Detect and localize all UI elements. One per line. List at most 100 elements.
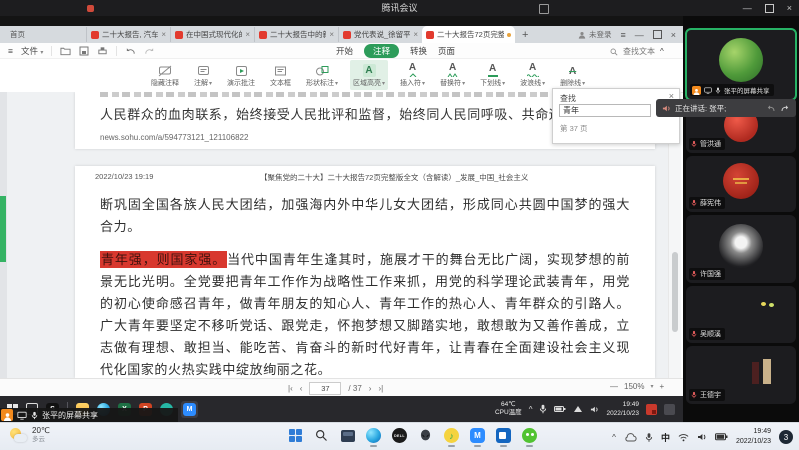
tab-close-icon[interactable]: × [245,30,250,39]
new-tab-button[interactable]: + [522,29,528,41]
browser-tab[interactable]: 二十大报告中的新表述新... × [254,27,338,42]
caret-down-icon[interactable]: ▾ [650,383,653,390]
browser-maximize-button[interactable] [653,30,662,39]
next-page-button[interactable]: › [369,384,372,393]
forward-arrow-icon[interactable] [780,104,790,112]
edge-browser-icon[interactable] [364,426,383,445]
reply-arrow-icon[interactable] [766,104,776,112]
find-text-control[interactable]: 查找文本 ^ [610,46,664,57]
dell-app-icon[interactable]: DELL [390,426,409,445]
redo-icon[interactable] [144,46,155,56]
tab-close-icon[interactable]: × [329,30,334,39]
show-desktop-icon[interactable] [664,404,675,415]
browser-tab[interactable]: 党代表说_徐留平：为建... × [338,27,422,42]
meeting-title: 腾讯会议 [0,0,799,16]
find-input[interactable] [559,104,651,117]
mic-icon[interactable] [539,404,547,414]
browser-close-button[interactable]: × [671,30,676,40]
document-page-37: 2022/10/23 19:19 【聚焦党的二十大】二十大报告72页完整版全文（… [75,166,655,378]
shared-clock[interactable]: 19:492022/10/23 [606,400,639,418]
battery-icon[interactable] [554,405,566,413]
search-button[interactable] [312,426,331,445]
ribbon-tab-annotate-active[interactable]: 注释 [364,44,399,58]
notification-count-badge[interactable]: 3 [779,430,793,444]
save-icon[interactable] [79,46,89,56]
tencent-meeting-icon[interactable]: M [468,426,487,445]
tencent-meeting-icon: M [183,403,196,416]
undo-icon[interactable] [125,46,136,56]
window-minimize-button[interactable]: — [743,3,752,13]
open-folder-icon[interactable] [60,46,71,56]
tool-squiggly-line[interactable]: A 波浪线▾ [517,60,548,90]
alienware-icon[interactable] [416,426,435,445]
notification-icon[interactable] [646,404,657,415]
tool-text-box[interactable]: 文本框 [267,60,294,90]
window-close-button[interactable]: × [787,3,792,13]
mic-icon[interactable] [645,432,653,443]
tool-underline[interactable]: A 下划线▾ [477,60,508,90]
login-status[interactable]: 未登录 [578,29,612,40]
file-explorer-icon[interactable] [338,426,357,445]
zoom-level[interactable]: 150% [624,382,644,391]
browser-menu-icon[interactable]: ≡ [620,30,625,40]
cpu-temp-widget[interactable]: 64℃CPU温度 [495,401,522,417]
caret-down-icon: ▾ [462,80,465,87]
tool-replace-mark[interactable]: A 替换符▾ [437,60,468,90]
meeting-app-active[interactable]: M [181,401,198,418]
last-page-button[interactable]: ›| [378,384,383,393]
page-number-input[interactable] [309,382,341,395]
collapse-chevron-icon[interactable]: ^ [660,47,664,56]
browser-minimize-button[interactable]: — [635,30,644,40]
tool-presentation-note[interactable]: 演示批注 [224,60,258,90]
participant-tile[interactable]: 许国强 [686,215,796,283]
tab-close-icon[interactable]: × [161,30,166,39]
hidden-icons-chevron[interactable]: ^ [612,433,616,442]
wifi-icon[interactable] [678,433,689,442]
print-icon[interactable] [97,46,108,56]
prev-page-button[interactable]: ‹ [300,384,303,393]
ribbon-tab-start[interactable]: 开始 [336,45,353,57]
participant-tile[interactable]: 吴顺溪 [686,286,796,343]
zoom-in-button[interactable]: + [659,382,664,391]
start-button[interactable] [286,426,305,445]
zoom-out-button[interactable]: — [610,382,618,391]
shapes-icon [315,65,330,77]
ribbon-tab-convert[interactable]: 转换 [410,45,427,57]
first-page-button[interactable]: |‹ [288,384,293,393]
browser-tab-active[interactable]: 二十大报告72页完整版全... [422,26,515,43]
file-menu[interactable]: 文件 ▾ [21,45,43,57]
tool-hide-comments[interactable]: 隐藏注释 [148,60,182,90]
tab-close-icon[interactable]: × [413,30,418,39]
browser-tab[interactable]: 在中国式现代化的伟大进... × [170,27,254,42]
hidden-icons-chevron[interactable]: ^ [529,405,533,414]
tool-area-highlight[interactable]: A 区域高亮▾ [350,60,388,90]
scrollbar-thumb[interactable] [672,252,678,332]
tool-strikethrough[interactable]: A 删除线▾ [557,60,588,90]
tool-shape-annotation[interactable]: 形状标注▾ [303,60,341,90]
music-app-icon[interactable]: ♪ [442,426,461,445]
participant-tile[interactable]: 王德宇 [686,346,796,404]
battery-icon[interactable] [715,433,728,441]
weather-widget[interactable]: 20℃ 多云 [10,426,50,444]
window-maximize-button[interactable] [765,4,774,13]
cloud-icon[interactable] [624,433,637,442]
wechat-icon[interactable] [520,426,539,445]
tab-favicon [175,31,183,39]
browser-tab[interactable]: 二十大报告, 汽车人必读... × [86,27,170,42]
tool-insert-caret[interactable]: A 插入符▾ [397,60,428,90]
speaker-icon[interactable] [590,405,599,414]
participant-tile-sharer[interactable]: 张平的屏幕共享 [685,28,797,101]
speaker-icon[interactable] [697,432,707,442]
ime-indicator[interactable]: 中 [661,431,670,444]
network-icon[interactable] [573,405,583,413]
outlook-icon[interactable] [494,426,513,445]
tab-home[interactable]: 首页 [0,29,86,40]
screen-share-banner[interactable]: 张平的屏幕共享 [0,408,178,422]
participant-tile[interactable]: 薛宪伟 [686,156,796,212]
ribbon-tab-page[interactable]: 页面 [438,45,455,57]
fullscreen-icon[interactable] [539,4,549,14]
caret-down-icon: ▾ [382,80,385,87]
local-clock[interactable]: 19:492022/10/23 [736,427,771,447]
hamburger-menu-icon[interactable]: ≡ [8,46,13,56]
tool-note[interactable]: 注解▾ [191,60,215,90]
